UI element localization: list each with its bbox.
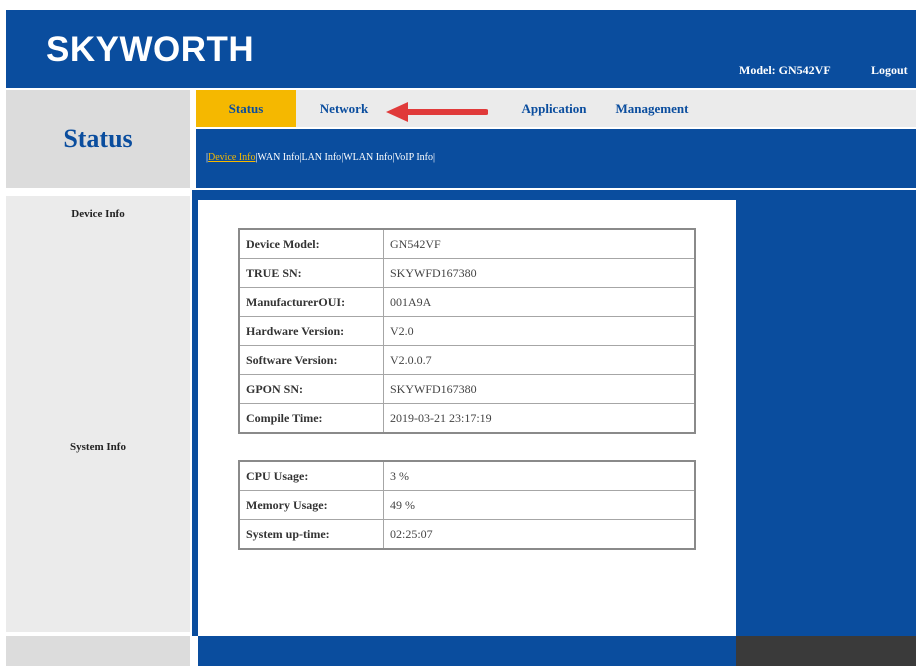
true-sn-value: SKYWFD167380 [383,258,696,288]
memory-usage-value: 49 % [383,490,696,520]
device-model-value: GN542VF [383,228,696,259]
page-title: Status [63,124,133,153]
submenu-links: |Device Info|WAN Info|LAN Info|WLAN Info… [206,152,436,163]
gpon-sn-label: GPON SN: [238,374,384,404]
device-info-table: Device Model: GN542VF TRUE SN: SKYWFD167… [238,228,696,434]
hardware-version-label: Hardware Version: [238,316,384,346]
table-row: GPON SN: SKYWFD167380 [238,374,696,404]
manufacturer-oui-value: 001A9A [383,287,696,317]
table-row: Device Model: GN542VF [238,228,696,259]
software-version-value: V2.0.0.7 [383,345,696,375]
gpon-sn-value: SKYWFD167380 [383,374,696,404]
table-row: Memory Usage: 49 % [238,490,696,520]
table-row: CPU Usage: 3 % [238,460,696,491]
model-label: Model: GN542VF [739,63,831,77]
true-sn-label: TRUE SN: [238,258,384,288]
menu-status[interactable]: Status [196,90,296,127]
logout-link[interactable]: Logout [871,63,908,78]
menu-application[interactable]: Application [508,90,600,127]
submenu-lan-info[interactable]: LAN Info [301,152,341,163]
table-row: ManufacturerOUI: 001A9A [238,287,696,317]
software-version-label: Software Version: [238,345,384,375]
submenu-voip-info[interactable]: VoIP Info [394,152,433,163]
hardware-version-value: V2.0 [383,316,696,346]
right-panel [736,200,916,636]
footer-left [6,636,190,666]
compile-time-label: Compile Time: [238,403,384,434]
cpu-usage-label: CPU Usage: [238,460,384,491]
submenu-device-info[interactable]: Device Info [208,152,255,163]
table-row: Hardware Version: V2.0 [238,316,696,346]
left-sidebar [6,196,190,632]
sidebar-label-device-info: Device Info [71,208,125,220]
submenu-wlan-info[interactable]: WLAN Info [343,152,392,163]
uptime-value: 02:25:07 [383,519,696,550]
footer-bar [198,636,736,666]
table-row: Compile Time: 2019-03-21 23:17:19 [238,403,696,434]
submenu-wan-info[interactable]: WAN Info [258,152,300,163]
sidebar-label-system-info: System Info [70,441,126,453]
device-model-label: Device Model: [238,228,384,259]
menu-network[interactable]: Network [304,90,384,127]
system-info-table: CPU Usage: 3 % Memory Usage: 49 % System… [238,460,696,550]
menu-management[interactable]: Management [604,90,700,127]
compile-time-value: 2019-03-21 23:17:19 [383,403,696,434]
table-row: TRUE SN: SKYWFD167380 [238,258,696,288]
footer-right [736,636,916,666]
table-row: System up-time: 02:25:07 [238,519,696,550]
table-row: Software Version: V2.0.0.7 [238,345,696,375]
memory-usage-label: Memory Usage: [238,490,384,520]
uptime-label: System up-time: [238,519,384,550]
cpu-usage-value: 3 % [383,460,696,491]
skyworth-logo: SKYWORTH [46,30,255,69]
red-arrow-icon [386,102,488,122]
manufacturer-oui-label: ManufacturerOUI: [238,287,384,317]
